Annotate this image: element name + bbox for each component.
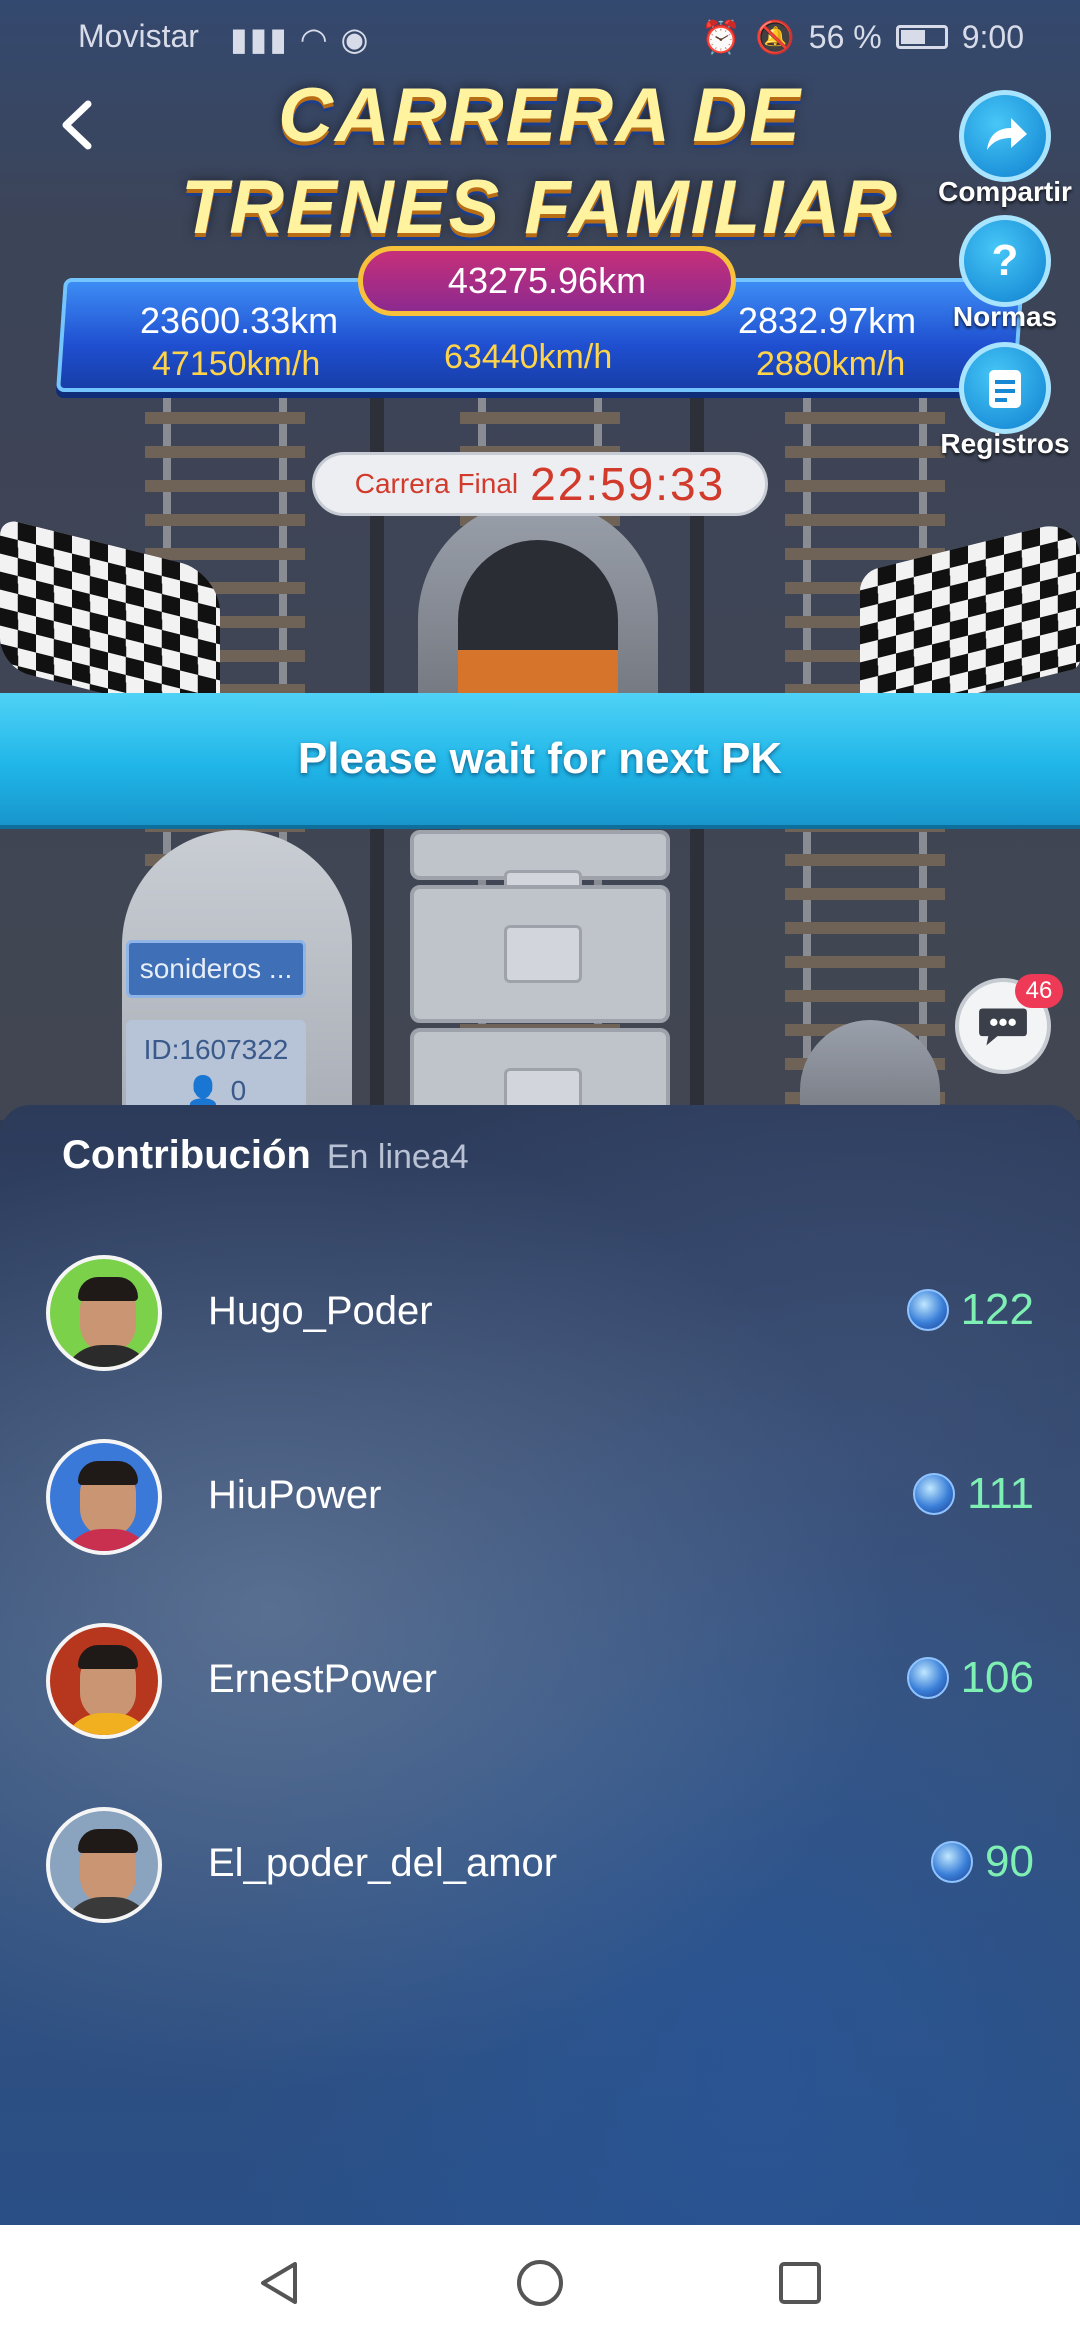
gem-icon	[913, 1473, 956, 1515]
alarm-icon: ⏰	[701, 19, 741, 55]
contributor-score: 106	[906, 1653, 1034, 1703]
document-icon	[989, 370, 1021, 408]
race-game-area: Movistar ▮▮▮ ◠ ◉ ⏰ 🔕 56 % 9:00 CARRERA D…	[0, 0, 1080, 1120]
chat-unread-badge: 46	[1015, 974, 1063, 1008]
share-button[interactable]: Compartir	[938, 90, 1072, 208]
right-speed: 2880km/h	[756, 345, 906, 383]
wait-banner-text: Please wait for next PK	[297, 734, 783, 783]
contribution-panel: Contribución En linea4 Hugo_Poder 122 Hi…	[0, 1105, 1080, 2225]
chat-bubble-icon	[979, 1008, 1027, 1046]
mute-icon: 🔕	[754, 19, 795, 55]
square-recents-icon	[779, 2261, 821, 2304]
total-distance-pill: 43275.96km	[358, 246, 736, 316]
system-nav-bar	[0, 2225, 1080, 2340]
contributor-name: HiuPower	[208, 1473, 382, 1517]
battery-percent: 56 %	[808, 18, 882, 55]
avatar[interactable]	[46, 1439, 162, 1555]
contribution-title: Contribución	[62, 1133, 311, 1177]
gem-icon	[906, 1289, 949, 1331]
triangle-back-icon	[261, 2261, 297, 2304]
page-title: CARRERA DE TRENES FAMILIAR	[120, 70, 960, 254]
back-button[interactable]	[46, 90, 106, 160]
title-line-1: CARRERA DE	[278, 73, 802, 158]
lead-train	[418, 500, 658, 710]
signal-wifi-icons: ▮▮▮ ◠ ◉	[230, 21, 371, 57]
avatar[interactable]	[46, 1623, 162, 1739]
avatar[interactable]	[46, 1807, 162, 1923]
contributor-score: 122	[906, 1285, 1034, 1335]
gem-icon	[906, 1657, 949, 1699]
contributor-score: 90	[931, 1837, 1034, 1887]
train-car	[410, 885, 670, 1023]
train-car	[410, 830, 670, 928]
person-icon: 👤	[185, 1075, 221, 1106]
timer-label: Carrera Final	[354, 468, 519, 499]
chevron-left-icon	[62, 100, 92, 150]
contributor-name: El_poder_del_amor	[208, 1841, 558, 1885]
left-speed: 47150km/h	[152, 345, 321, 383]
wait-banner: Please wait for next PK	[0, 693, 1080, 825]
title-line-2: TRENES FAMILIAR	[180, 165, 900, 250]
rules-button[interactable]: ? Normas	[940, 215, 1070, 333]
circle-home-icon	[517, 2259, 563, 2306]
contributor-row[interactable]: Hugo_Poder 122	[0, 1253, 1080, 1373]
nav-recents-button[interactable]	[770, 2253, 830, 2313]
contributor-row[interactable]: El_poder_del_amor 90	[0, 1805, 1080, 1925]
center-speed: 63440km/h	[444, 338, 613, 376]
clock: 9:00	[961, 18, 1024, 55]
chat-button[interactable]: 46	[955, 974, 1063, 1078]
nav-back-button[interactable]	[250, 2253, 310, 2313]
share-label: Compartir	[938, 176, 1072, 207]
svg-text:?: ?	[992, 236, 1019, 285]
carrier-name: Movistar	[78, 18, 199, 54]
records-label: Registros	[940, 428, 1070, 459]
nav-home-button[interactable]	[510, 2253, 570, 2313]
avatar[interactable]	[46, 1255, 162, 1371]
contributor-score: 111	[913, 1469, 1034, 1519]
question-mark-icon: ?	[992, 236, 1019, 285]
timer-value: 22:59:33	[530, 458, 726, 510]
records-button[interactable]: Registros	[940, 342, 1070, 460]
gem-icon	[931, 1841, 974, 1883]
train-id: ID:1607322	[143, 1034, 289, 1065]
contributor-row[interactable]: HiuPower 111	[0, 1437, 1080, 1557]
contributor-name: ErnestPower	[208, 1657, 437, 1701]
online-count: En linea4	[326, 1138, 469, 1176]
share-arrow-icon	[987, 118, 1027, 150]
passenger-count: 0	[230, 1074, 247, 1106]
contributor-name: Hugo_Poder	[208, 1289, 433, 1333]
final-race-timer: Carrera Final 22:59:33	[312, 452, 768, 516]
battery-icon	[895, 25, 948, 49]
contributor-row[interactable]: ErnestPower 106	[0, 1621, 1080, 1741]
score-value: 106	[960, 1653, 1034, 1702]
left-distance: 23600.33km	[140, 300, 339, 341]
train-owner-name: sonideros ...	[126, 940, 306, 998]
contribution-header: Contribución En linea4	[62, 1133, 469, 1178]
score-value: 111	[967, 1469, 1034, 1518]
right-distance: 2832.97km	[738, 300, 917, 341]
score-value: 122	[960, 1285, 1034, 1334]
score-value: 90	[985, 1837, 1034, 1886]
user-train[interactable]: sonideros ... ID:1607322 👤 0	[122, 830, 352, 1120]
rules-label: Normas	[952, 301, 1058, 332]
status-bar: Movistar ▮▮▮ ◠ ◉ ⏰ 🔕 56 % 9:00	[0, 0, 1080, 70]
